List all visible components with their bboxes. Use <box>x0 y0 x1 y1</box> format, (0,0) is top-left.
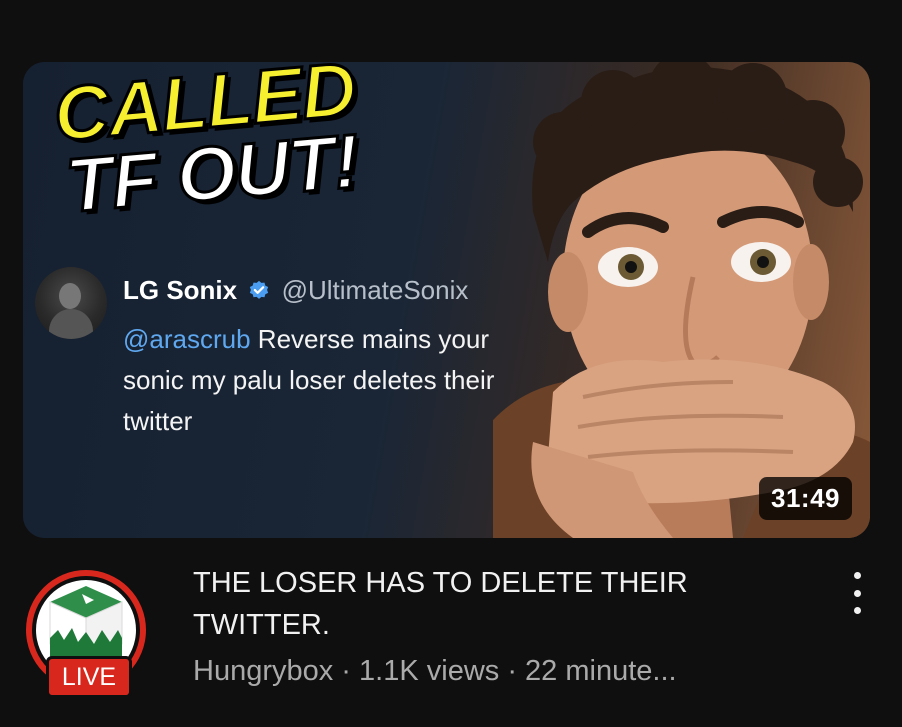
view-count: 1.1K views <box>359 655 500 687</box>
video-card: CALLED TF OUT! LG Sonix @UltimateSonix @… <box>0 0 902 727</box>
upload-age: 22 minute... <box>525 655 677 687</box>
live-badge: LIVE <box>46 656 132 698</box>
video-title[interactable]: THE LOSER HAS TO DELETE THEIR TWITTER. <box>193 562 813 646</box>
verified-badge-icon <box>250 280 269 299</box>
thumbnail-headline: CALLED TF OUT! <box>49 62 365 230</box>
more-vert-icon[interactable] <box>840 568 874 618</box>
channel-avatar[interactable]: LIVE <box>22 568 150 698</box>
creator-photo <box>493 62 870 538</box>
duration-badge: 31:49 <box>759 477 852 520</box>
tweet-author-name: LG Sonix <box>123 275 238 305</box>
video-thumbnail[interactable]: CALLED TF OUT! LG Sonix @UltimateSonix @… <box>23 62 870 538</box>
meta-separator: · <box>333 655 360 687</box>
tweet-mention: @arascrub <box>123 324 251 354</box>
tweet-author-handle: @UltimateSonix <box>281 275 469 305</box>
more-dot <box>853 572 861 579</box>
channel-name[interactable]: Hungrybox <box>193 655 333 687</box>
more-dot <box>853 607 861 614</box>
video-metadata: Hungrybox · 1.1K views · 22 minute... <box>193 650 813 692</box>
tweet-author-avatar <box>35 267 107 339</box>
tweet-header: LG Sonix @UltimateSonix <box>123 275 468 306</box>
tweet-body: @arascrub Reverse mains your sonic my pa… <box>123 319 543 442</box>
more-dot <box>853 589 861 597</box>
meta-separator: · <box>499 655 526 687</box>
